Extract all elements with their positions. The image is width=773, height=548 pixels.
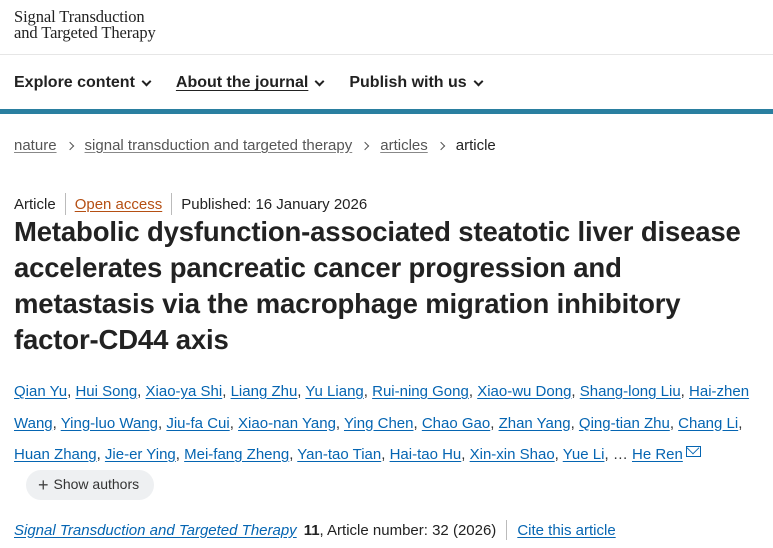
author-link[interactable]: Hai-tao Hu — [390, 446, 462, 463]
author-link[interactable]: Jiu-fa Cui — [166, 415, 229, 432]
chevron-right-icon — [436, 141, 445, 150]
author-link[interactable]: Ying Chen — [344, 415, 414, 432]
nav-publish-with-us-label: Publish with us — [349, 74, 467, 91]
plus-icon: + — [38, 474, 49, 495]
author-link[interactable]: Qing-tian Zhu — [579, 415, 670, 432]
breadcrumb-nature[interactable]: nature — [14, 137, 57, 154]
logo-line-2: and Targeted Therapy — [14, 23, 156, 42]
show-authors-button[interactable]: + Show authors — [26, 469, 155, 500]
main-nav: Explore content About the journal Publis… — [14, 72, 508, 94]
article-number: , Article number: 32 (2026) — [319, 521, 497, 539]
chevron-down-icon — [141, 76, 152, 86]
breadcrumb-journal[interactable]: signal transduction and targeted therapy — [85, 137, 353, 154]
author-link[interactable]: Qian Yu — [14, 383, 67, 400]
author-link[interactable]: Hui Song — [75, 383, 137, 400]
chevron-right-icon — [65, 141, 74, 150]
open-access-link[interactable]: Open access — [75, 196, 163, 213]
journal-logo[interactable]: Signal Transduction and Targeted Therapy — [14, 8, 156, 42]
nav-accent-bar — [0, 109, 773, 114]
author-link[interactable]: Xiao-wu Dong — [477, 383, 571, 400]
show-authors-label: Show authors — [53, 475, 140, 492]
chevron-right-icon — [360, 141, 370, 150]
article-title: Metabolic dysfunction-associated steatot… — [14, 216, 741, 355]
header-divider — [0, 54, 773, 55]
breadcrumb-articles[interactable]: articles — [380, 137, 428, 154]
chevron-down-icon — [314, 76, 325, 86]
article-type: Article — [14, 195, 56, 213]
volume-number: 11 — [303, 521, 320, 539]
meta-divider — [64, 193, 66, 215]
author-list: Qian Yu, Hui Song, Xiao-ya Shi, Liang Zh… — [14, 376, 766, 502]
author-link[interactable]: Yan-tao Tian — [297, 446, 381, 463]
author-link[interactable]: Rui-ning Gong — [372, 383, 469, 400]
author-link[interactable]: Shang-long Liu — [580, 383, 681, 400]
author-link[interactable]: Yu Liang — [305, 383, 363, 400]
author-link[interactable]: Yue Li — [563, 446, 605, 463]
nav-about-journal-label: About the journal — [175, 74, 309, 91]
author-link[interactable]: Liang Zhu — [231, 383, 298, 400]
chevron-down-icon — [473, 76, 484, 86]
author-link[interactable]: Xiao-nan Yang — [238, 415, 336, 432]
cite-this-article-link[interactable]: Cite this article — [517, 522, 615, 539]
journal-link[interactable]: Signal Transduction and Targeted Therapy — [14, 522, 297, 539]
author-link[interactable]: Xin-xin Shao — [470, 446, 555, 463]
article-meta: Article Open access Published: 16 Januar… — [14, 193, 367, 215]
author-link[interactable]: Mei-fang Zheng — [184, 446, 289, 463]
nav-publish-with-us[interactable]: Publish with us — [349, 74, 484, 92]
author-link[interactable]: Ying-luo Wang — [61, 415, 158, 432]
nav-explore-content[interactable]: Explore content — [14, 74, 152, 92]
breadcrumb: nature signal transduction and targeted … — [14, 137, 496, 154]
authors-ellipsis: … — [612, 446, 628, 463]
breadcrumb-current: article — [455, 137, 496, 154]
author-link[interactable]: Xiao-ya Shi — [146, 383, 223, 400]
author-link[interactable]: Jie-er Ying — [105, 446, 176, 463]
meta-divider — [171, 193, 173, 215]
author-link[interactable]: Chang Li — [678, 415, 738, 432]
citation-divider — [506, 520, 508, 540]
mail-icon[interactable] — [685, 446, 701, 457]
nav-about-journal[interactable]: About the journal — [175, 74, 325, 92]
nav-explore-content-label: Explore content — [14, 74, 135, 91]
author-link[interactable]: Huan Zhang — [14, 446, 97, 463]
citation-line: Signal Transduction and Targeted Therapy… — [14, 520, 616, 540]
author-link[interactable]: Chao Gao — [422, 415, 490, 432]
author-link[interactable]: Zhan Yang — [499, 415, 571, 432]
published-date: Published: 16 January 2026 — [181, 195, 368, 213]
corresponding-author-link[interactable]: He Ren — [632, 446, 683, 463]
